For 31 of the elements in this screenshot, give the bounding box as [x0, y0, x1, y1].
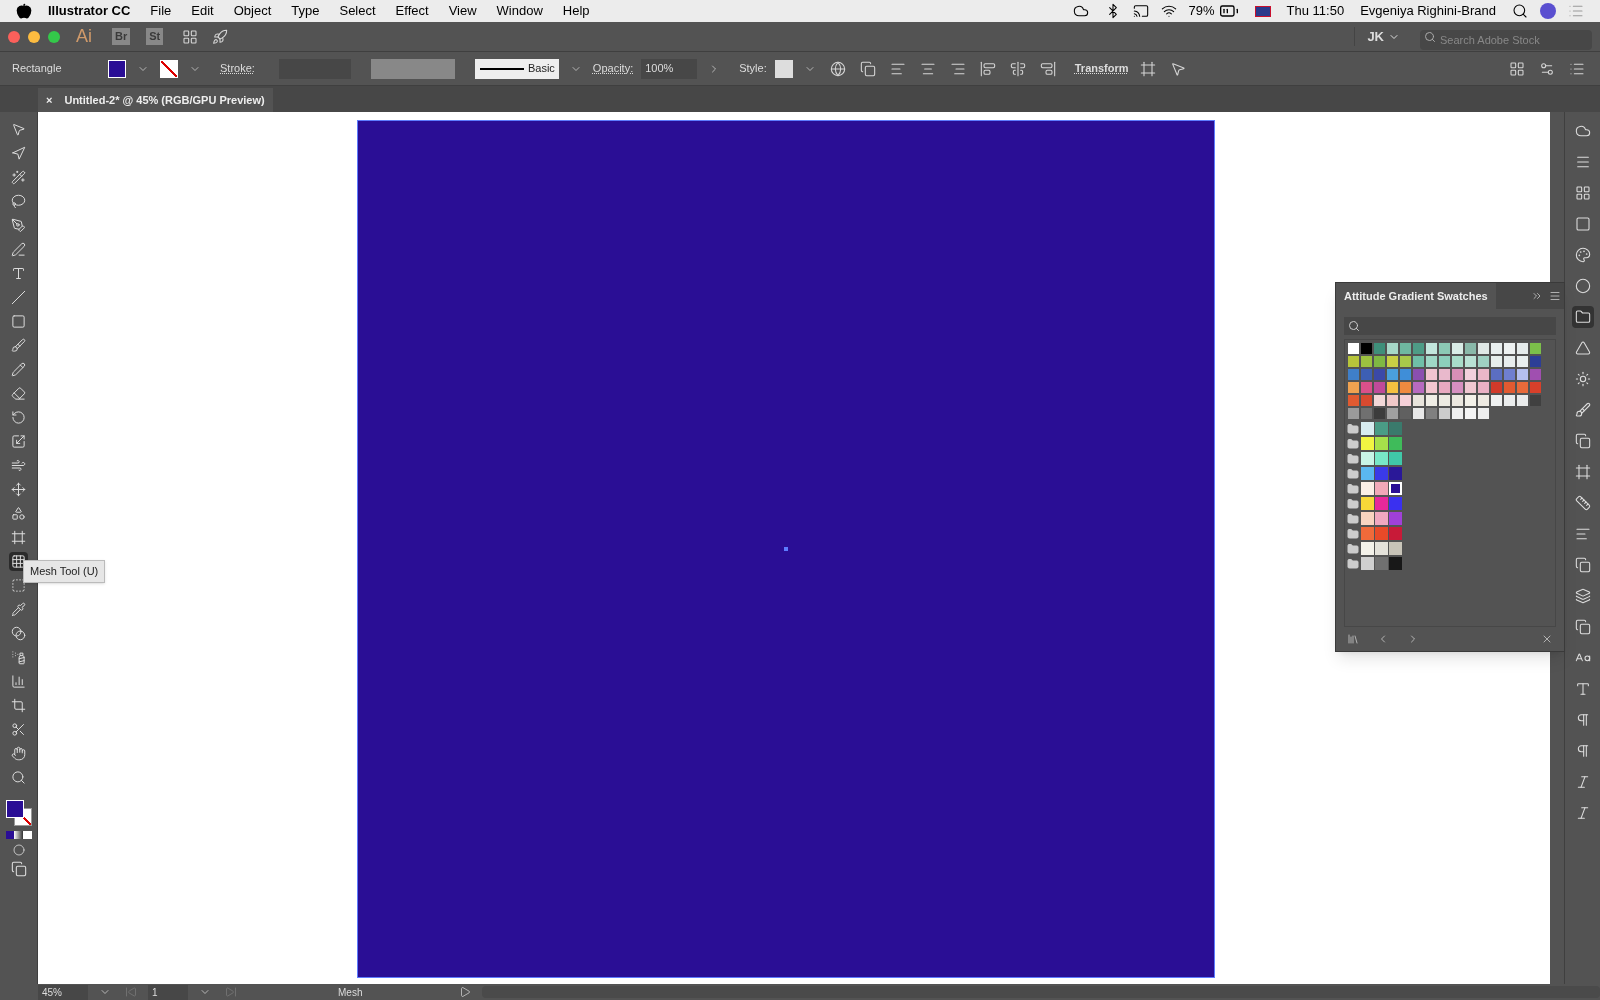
workspace-switcher[interactable]: JK: [1354, 26, 1412, 47]
zoom-field[interactable]: 45%: [38, 984, 88, 1000]
app-name[interactable]: Illustrator CC: [48, 1, 131, 21]
menu-item[interactable]: File: [150, 1, 172, 21]
menu-item[interactable]: Effect: [395, 1, 429, 21]
object-type-label: Rectangle: [12, 61, 63, 77]
opacity-field[interactable]: 100%: [641, 58, 698, 79]
tab-title: Untitled-2* @ 45% (RGB/GPU Preview): [64, 92, 265, 108]
menu-item[interactable]: Object: [233, 1, 272, 21]
close-tab-button[interactable]: ×: [46, 91, 53, 109]
tooltip: Mesh Tool (U): [23, 560, 106, 583]
menu-item[interactable]: View: [448, 1, 477, 21]
menu-item[interactable]: Edit: [191, 1, 214, 21]
battery-percentage: 79%: [1188, 2, 1215, 21]
stroke-label[interactable]: Stroke:: [220, 60, 255, 77]
search-field[interactable]: Search Adobe Stock: [1420, 29, 1592, 50]
status-tool-name: Mesh: [338, 985, 364, 1000]
panel-tab[interactable]: Attitude Gradient Swatches: [1336, 283, 1496, 309]
menu-item[interactable]: Window: [496, 1, 543, 21]
opacity-label[interactable]: Opacity:: [592, 60, 634, 77]
user-name[interactable]: Evgeniya Righini-Brand: [1360, 1, 1496, 21]
transform-link[interactable]: Transform: [1074, 60, 1129, 77]
artboard-number-field[interactable]: 1: [148, 984, 188, 1000]
style-label: Style:: [739, 61, 767, 77]
menu-item[interactable]: Type: [291, 1, 320, 21]
brush-definition-dropdown[interactable]: Basic: [474, 58, 559, 79]
clock: Thu 11:50: [1286, 2, 1345, 21]
document-tab[interactable]: × Untitled-2* @ 45% (RGB/GPU Preview): [38, 88, 273, 112]
menu-item[interactable]: Help: [562, 1, 590, 21]
app-logo: Ai: [76, 25, 92, 48]
menu-item[interactable]: Select: [339, 1, 376, 21]
